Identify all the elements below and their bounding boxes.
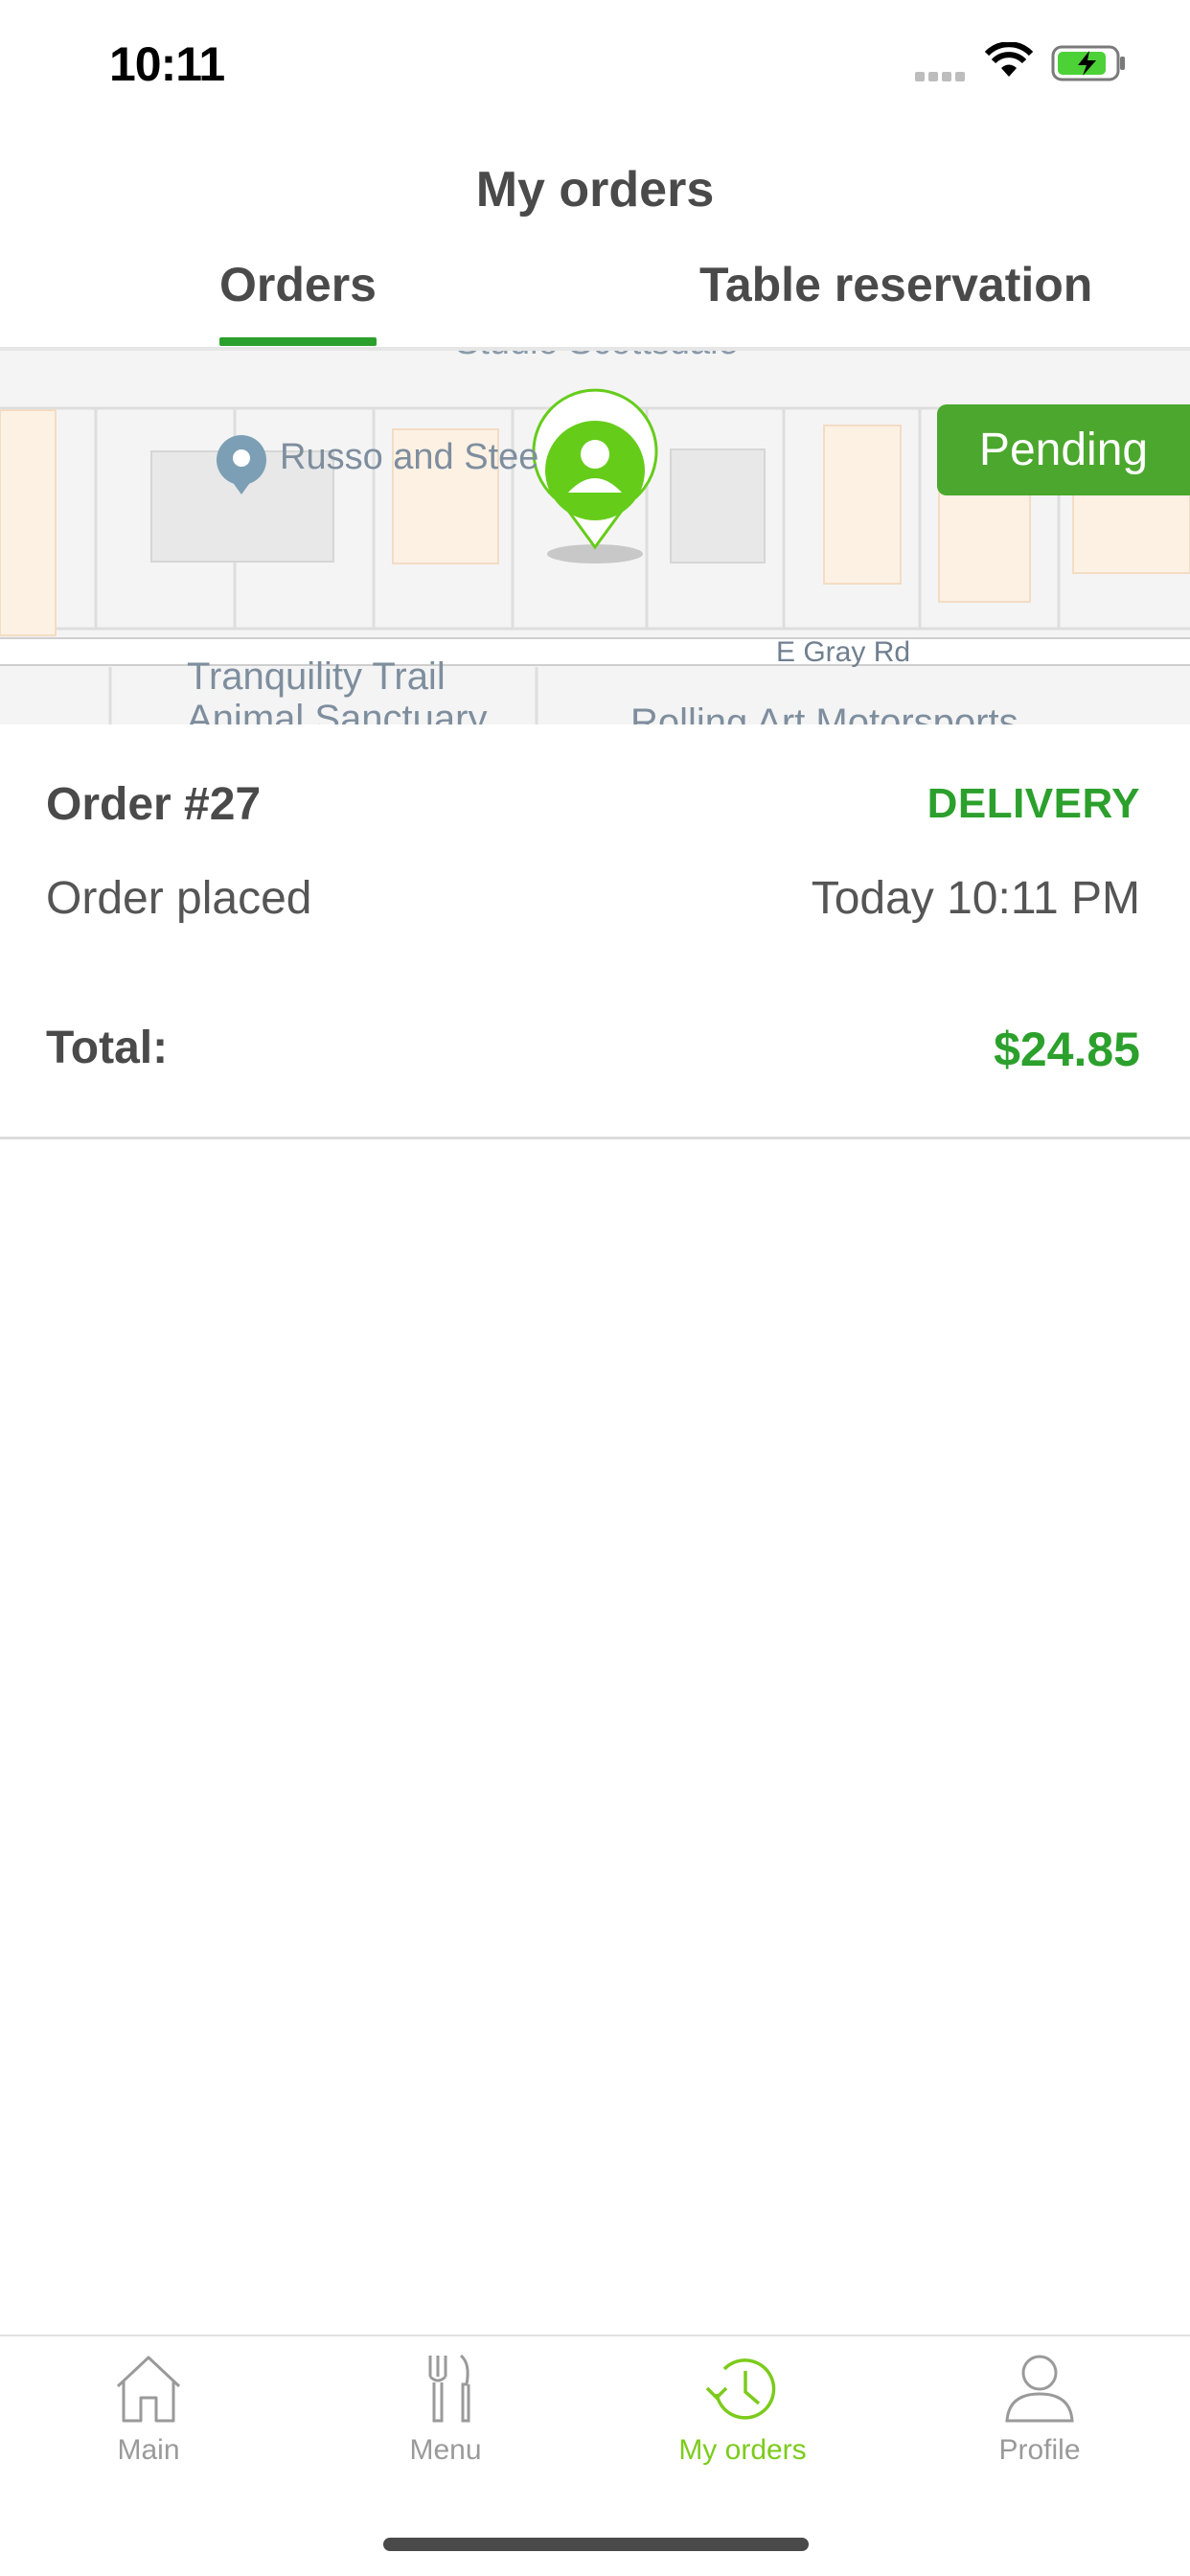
nav-label-menu: Menu bbox=[409, 2434, 482, 2466]
nav-label-my-orders: My orders bbox=[678, 2434, 807, 2466]
cellular-signal-icon bbox=[915, 69, 973, 81]
map-label: Studio Scottsdale bbox=[455, 351, 739, 363]
map-label: E Gray Rd bbox=[776, 636, 911, 668]
tab-orders[interactable]: Orders bbox=[219, 257, 377, 312]
map-label: Russo and Steele bbox=[280, 437, 538, 477]
total-value: $24.85 bbox=[994, 1023, 1140, 1076]
status-badge: Pending bbox=[937, 404, 1190, 495]
order-placed-time: Today 10:11 PM bbox=[811, 873, 1140, 924]
total-label: Total: bbox=[46, 1023, 169, 1073]
nav-item-menu[interactable]: Menu bbox=[297, 2350, 594, 2467]
page-title: My orders bbox=[475, 162, 715, 218]
map-label: Tranquility Trail bbox=[187, 656, 446, 698]
wifi-icon bbox=[984, 41, 1034, 83]
home-indicator bbox=[383, 2538, 809, 2551]
nav-item-profile[interactable]: Profile bbox=[891, 2350, 1188, 2467]
nav-item-main[interactable]: Main bbox=[0, 2350, 297, 2467]
card-divider bbox=[0, 1137, 1190, 1139]
home-icon bbox=[116, 2356, 181, 2423]
active-tab-indicator bbox=[219, 337, 377, 346]
nav-label-main: Main bbox=[117, 2434, 180, 2466]
cutlery-icon bbox=[428, 2354, 470, 2423]
status-time: 10:11 bbox=[109, 37, 225, 91]
order-number: Order #27 bbox=[46, 779, 262, 830]
nav-label-profile: Profile bbox=[998, 2434, 1081, 2466]
history-clock-icon bbox=[705, 2358, 776, 2420]
nav-item-my-orders[interactable]: My orders bbox=[594, 2350, 891, 2467]
map-label: Rolling Art Motorsports bbox=[630, 702, 1018, 724]
order-type: DELIVERY bbox=[927, 780, 1140, 827]
map-label: Animal Sanctuary bbox=[187, 698, 488, 724]
battery-charging-icon bbox=[1051, 45, 1128, 86]
person-icon bbox=[1005, 2355, 1074, 2423]
tab-table-reservation[interactable]: Table reservation bbox=[699, 257, 1092, 312]
order-placed-label: Order placed bbox=[46, 873, 312, 924]
bottom-nav-divider bbox=[0, 2334, 1190, 2336]
